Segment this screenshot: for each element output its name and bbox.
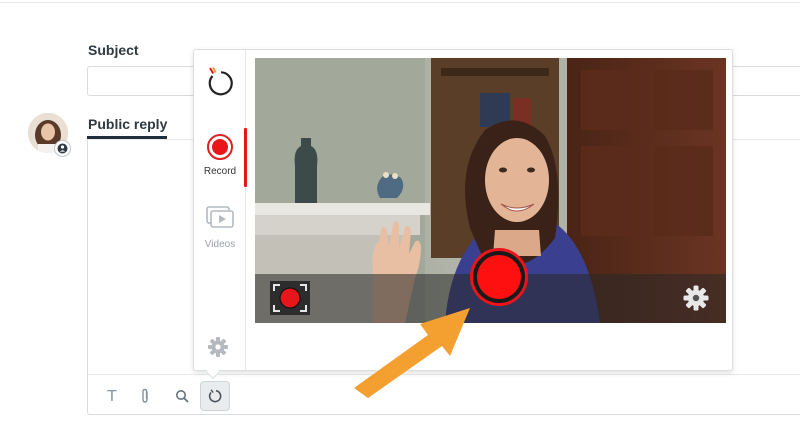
- format-text-button[interactable]: T: [97, 381, 127, 411]
- refresh-logo-icon: [208, 67, 233, 96]
- gear-icon: [683, 285, 709, 311]
- record-button-icon: [477, 255, 521, 299]
- refresh-logo-icon: [208, 389, 222, 403]
- recorder-logo: [204, 66, 234, 100]
- fullscreen-record-button[interactable]: [270, 281, 310, 315]
- recorder-settings-button[interactable]: [206, 335, 230, 359]
- sidebar-item-videos[interactable]: Videos: [198, 206, 242, 252]
- subject-label: Subject: [88, 42, 139, 58]
- ticket-composer: Subject Public reply T Record Videos: [0, 0, 800, 446]
- search-button[interactable]: [167, 381, 197, 411]
- paperclip-icon: [142, 388, 148, 403]
- tab-public-reply[interactable]: Public reply: [88, 116, 167, 132]
- top-divider: [0, 2, 800, 3]
- sidebar-item-record[interactable]: Record: [198, 134, 242, 184]
- user-role-icon: [54, 140, 71, 157]
- gear-icon: [208, 337, 228, 357]
- video-library-icon: [206, 206, 234, 228]
- search-icon: [176, 390, 189, 403]
- fullscreen-record-icon: [273, 284, 307, 312]
- video-settings-button[interactable]: [681, 283, 711, 313]
- start-recording-button[interactable]: [470, 248, 528, 306]
- toolbar-divider: [88, 374, 800, 375]
- attach-file-button[interactable]: [130, 381, 160, 411]
- video-recorder-button[interactable]: [200, 381, 230, 411]
- record-icon: [207, 134, 233, 160]
- sidebar-item-label: Videos: [204, 239, 236, 250]
- sidebar-item-label: Record: [203, 166, 237, 177]
- active-item-indicator: [244, 128, 247, 187]
